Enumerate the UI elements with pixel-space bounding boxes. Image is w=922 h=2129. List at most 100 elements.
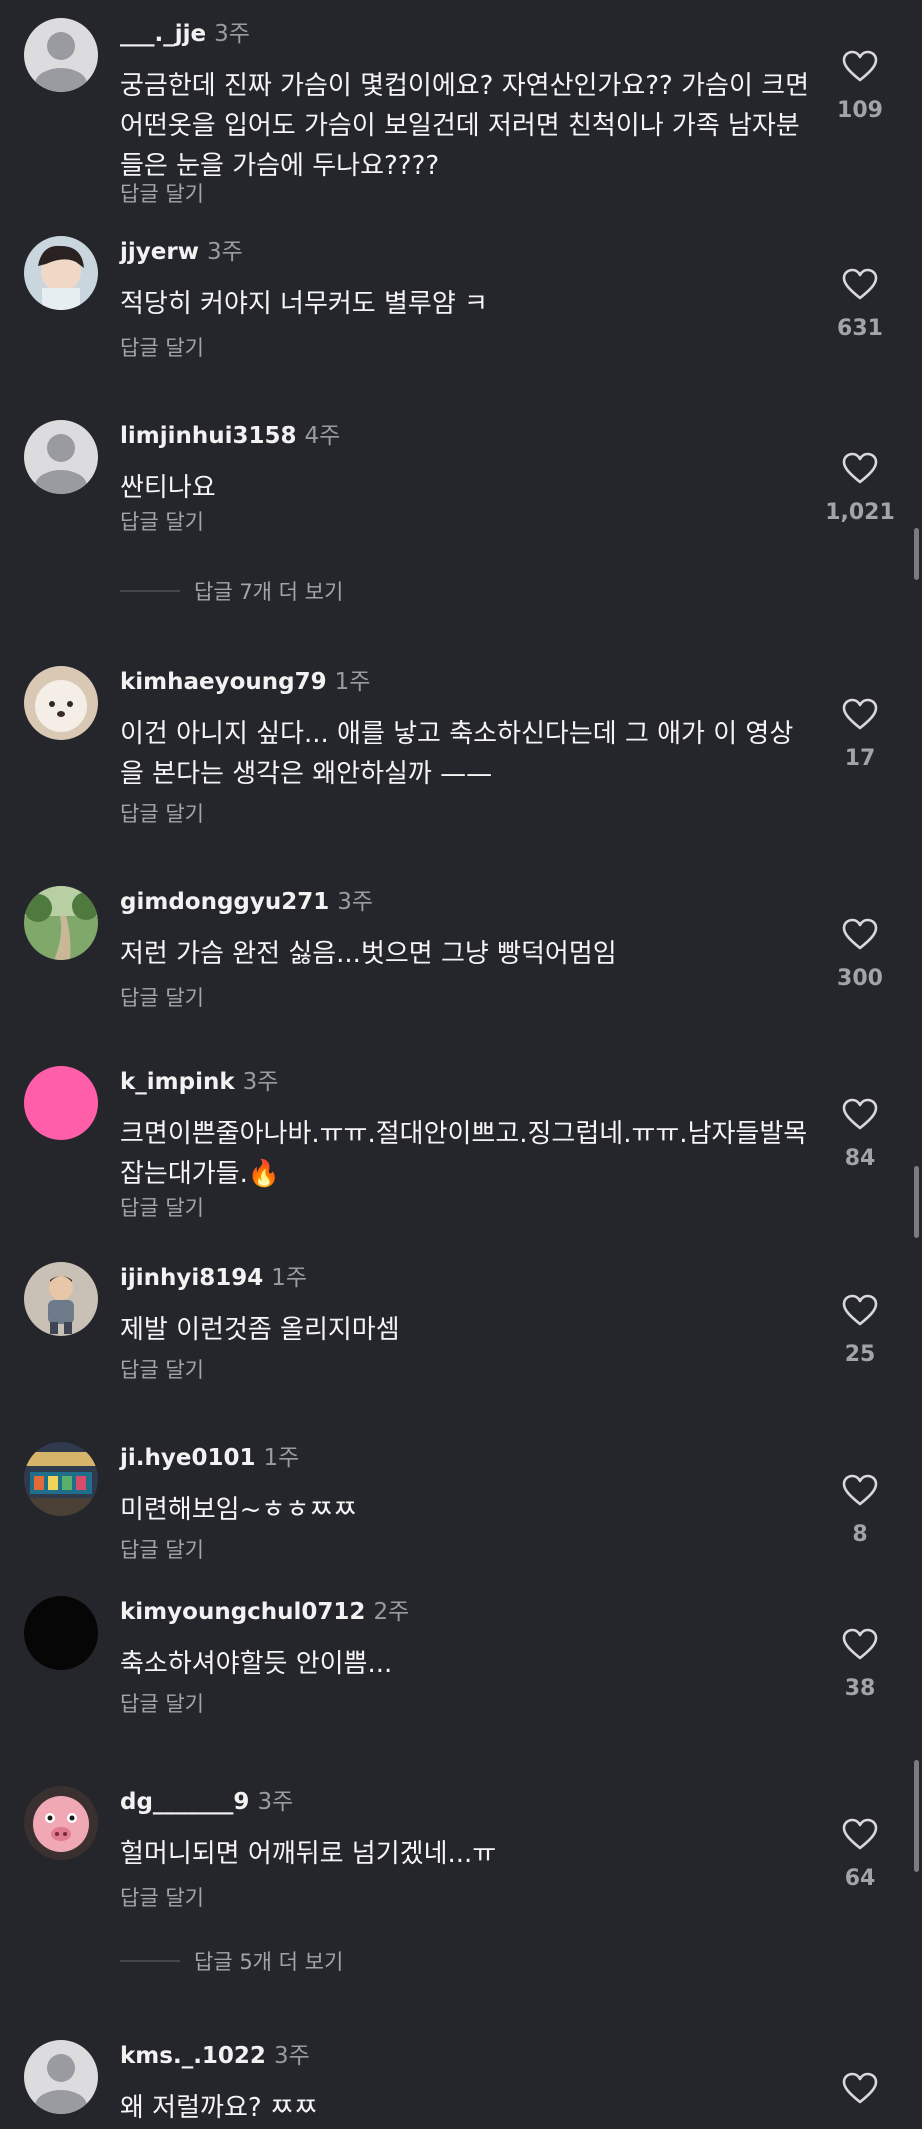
comment-meta: limjinhui3158 4주 (120, 420, 340, 452)
like-button[interactable]: 25 (820, 1294, 900, 1367)
username[interactable]: kms._.1022 (120, 2043, 266, 2069)
comment-text: 적당히 커야지 너무커도 별루얌 ㅋ (120, 289, 488, 319)
like-count: 64 (844, 1866, 876, 1891)
heart-outline-icon (842, 1628, 878, 1660)
comment-meta: ___._jje 3주 (120, 18, 250, 50)
username[interactable]: dg_______9 (120, 1789, 249, 1815)
heart-outline-icon (842, 1098, 878, 1130)
like-count: 25 (844, 1342, 876, 1367)
like-count: 38 (844, 1676, 876, 1701)
divider-line (120, 1960, 180, 1962)
timestamp: 1주 (271, 1265, 308, 1291)
scrollbar-thumb[interactable] (914, 1760, 919, 1872)
scrollbar-thumb[interactable] (914, 1166, 919, 1238)
like-button[interactable]: 631 (820, 268, 900, 341)
view-more-label: 답글 7개 더 보기 (194, 580, 344, 604)
heart-outline-icon (842, 1818, 878, 1850)
like-count: 300 (837, 966, 883, 991)
timestamp: 3주 (242, 1069, 279, 1095)
like-button[interactable]: 300 (820, 918, 900, 991)
avatar[interactable] (24, 666, 98, 740)
reply-button[interactable]: 답글 달기 (120, 798, 204, 828)
heart-outline-icon (842, 2072, 878, 2104)
comment-text: 이건 아니지 싶다... 애를 낳고 축소하신다는데 그 애가 이 영상을 본다… (120, 719, 794, 789)
comment-meta: k_impink 3주 (120, 1066, 278, 1098)
reply-button[interactable]: 답글 달기 (120, 982, 204, 1012)
like-button[interactable]: 84 (820, 1098, 900, 1171)
heart-outline-icon (842, 268, 878, 300)
avatar[interactable] (24, 420, 98, 494)
username[interactable]: kimyoungchul0712 (120, 1599, 365, 1625)
reply-button[interactable]: 답글 달기 (120, 1534, 204, 1564)
username[interactable]: kimhaeyoung79 (120, 669, 327, 695)
like-button[interactable]: 64 (820, 1818, 900, 1891)
divider-line (120, 590, 180, 592)
comment-text: 제발 이런것좀 올리지마셈 (120, 1315, 400, 1345)
comment-meta: kms._.1022 3주 (120, 2040, 310, 2072)
comments-list: ___._jje 3주 궁금한데 진짜 가슴이 몇컵이에요? 자연산인가요?? 가… (0, 0, 922, 2129)
like-button[interactable] (820, 2072, 900, 2104)
comment-meta: dg_______9 3주 (120, 1786, 293, 1818)
comment-text: 미련해보임~ㅎㅎㅉㅉ (120, 1495, 358, 1525)
comment-text: 축소하셔야할듯 안이쁨... (120, 1649, 393, 1679)
like-count: 109 (837, 98, 883, 123)
avatar[interactable] (24, 1596, 98, 1670)
timestamp: 3주 (206, 239, 243, 265)
username[interactable]: jjyerw (120, 239, 199, 265)
reply-button[interactable]: 답글 달기 (120, 332, 204, 362)
timestamp: 3주 (214, 21, 250, 47)
username[interactable]: ji.hye0101 (120, 1445, 255, 1471)
like-count: 631 (837, 316, 883, 341)
scrollbar-thumb[interactable] (914, 528, 919, 580)
reply-button[interactable]: 답글 달기 (120, 1354, 204, 1384)
comment-text: 크면이쁜줄아나바.ㅠㅠ.절대안이쁘고.징그럽네.ㅠㅠ.남자들발목잡는대가들.🔥 (120, 1119, 808, 1189)
username[interactable]: ijinhyi8194 (120, 1265, 263, 1291)
comment-meta: ji.hye0101 1주 (120, 1442, 299, 1474)
comment-meta: gimdonggyu271 3주 (120, 886, 373, 918)
avatar[interactable] (24, 1786, 98, 1860)
timestamp: 1주 (334, 669, 371, 695)
like-button[interactable]: 1,021 (820, 452, 900, 525)
reply-button[interactable]: 답글 달기 (120, 1192, 204, 1222)
reply-button[interactable]: 답글 달기 (120, 178, 204, 208)
comment-text: 왜 저럴까요? ㅉㅉ (120, 2093, 318, 2123)
comment-text: 싼티나요 (120, 473, 216, 503)
like-button[interactable]: 109 (820, 50, 900, 123)
reply-button[interactable]: 답글 달기 (120, 1882, 204, 1912)
like-count: 84 (844, 1146, 876, 1171)
username[interactable]: k_impink (120, 1069, 235, 1095)
heart-outline-icon (842, 50, 878, 82)
username[interactable]: ___._jje (120, 21, 206, 47)
heart-outline-icon (842, 452, 878, 484)
comment-text: 저런 가슴 완전 싫음...벗으면 그냥 빵덕어멈임 (120, 939, 617, 969)
avatar[interactable] (24, 1442, 98, 1516)
avatar[interactable] (24, 886, 98, 960)
timestamp: 3주 (273, 2043, 310, 2069)
like-count: 1,021 (825, 500, 895, 525)
comment-meta: ijinhyi8194 1주 (120, 1262, 307, 1294)
username[interactable]: limjinhui3158 (120, 423, 297, 449)
like-button[interactable]: 17 (820, 698, 900, 771)
like-count: 8 (852, 1522, 868, 1547)
comment-meta: kimhaeyoung79 1주 (120, 666, 370, 698)
avatar[interactable] (24, 1066, 98, 1140)
timestamp: 3주 (337, 889, 374, 915)
username[interactable]: gimdonggyu271 (120, 889, 329, 915)
comment-text: 헐머니되면 어깨뒤로 넘기겠네...ㅠ (120, 1839, 497, 1869)
reply-button[interactable]: 답글 달기 (120, 506, 204, 536)
comment-text: 궁금한데 진짜 가슴이 몇컵이에요? 자연산인가요?? 가슴이 크면 어떤옷을 … (120, 71, 809, 181)
reply-button[interactable]: 답글 달기 (120, 1688, 204, 1718)
avatar[interactable] (24, 1262, 98, 1336)
heart-outline-icon (842, 918, 878, 950)
avatar[interactable] (24, 2040, 98, 2114)
comment-meta: jjyerw 3주 (120, 236, 243, 268)
like-count: 17 (844, 746, 876, 771)
heart-outline-icon (842, 1474, 878, 1506)
like-button[interactable]: 38 (820, 1628, 900, 1701)
view-more-label: 답글 5개 더 보기 (194, 1950, 344, 1974)
timestamp: 2주 (373, 1599, 410, 1625)
like-button[interactable]: 8 (820, 1474, 900, 1547)
comment-meta: kimyoungchul0712 2주 (120, 1596, 409, 1628)
avatar[interactable] (24, 236, 98, 310)
avatar[interactable] (24, 18, 98, 92)
